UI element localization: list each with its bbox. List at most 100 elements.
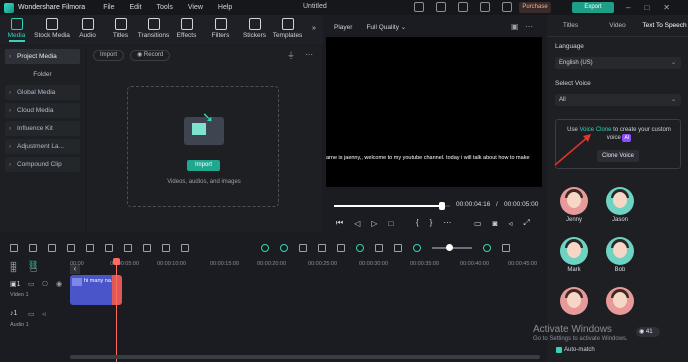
record-dropdown[interactable]: ◉ Record: [130, 49, 171, 61]
folder-icon[interactable]: ▭: [28, 310, 35, 318]
tab-audio[interactable]: Audio: [71, 15, 104, 45]
quality-dropdown[interactable]: Full Quality ⌄: [366, 23, 406, 31]
play-icon[interactable]: ▷: [371, 219, 377, 228]
player-more-icon[interactable]: ⋯: [525, 22, 533, 31]
render-icon[interactable]: [261, 244, 269, 252]
snapshot-icon[interactable]: ▣: [511, 22, 519, 31]
mic-icon[interactable]: [318, 244, 326, 252]
speed-icon[interactable]: [143, 244, 151, 252]
zoom-out-icon[interactable]: [413, 244, 421, 252]
tab-transitions[interactable]: Transitions: [137, 15, 170, 45]
eye-icon[interactable]: ◉: [56, 280, 62, 288]
ai-credits-badge[interactable]: ◉ 41: [636, 327, 660, 337]
zoom-slider[interactable]: [432, 244, 472, 251]
zoom-handle[interactable]: [446, 244, 453, 251]
playback-progress[interactable]: [334, 202, 450, 210]
tab-titles[interactable]: Titles: [104, 15, 137, 45]
rewind-icon[interactable]: ◁: [354, 219, 360, 228]
clip-options-icon[interactable]: ⋯: [443, 218, 451, 227]
close-icon[interactable]: ✕: [663, 3, 670, 12]
list-icon[interactable]: [337, 244, 345, 252]
tab-stickers[interactable]: Stickers: [238, 15, 271, 45]
sidebar-item-compound-clip[interactable]: Compound Clip: [5, 157, 80, 172]
playhead-handle[interactable]: [113, 258, 120, 265]
volume-icon[interactable]: ◃: [508, 219, 512, 228]
export-button[interactable]: Export: [572, 2, 614, 13]
language-select[interactable]: English (US) ⌄: [555, 57, 681, 69]
user-icon[interactable]: [436, 2, 446, 12]
filter-icon[interactable]: ⏚: [287, 50, 295, 61]
camera-icon[interactable]: ◙: [493, 219, 498, 228]
expand-icon[interactable]: [394, 244, 402, 252]
undo-icon[interactable]: [48, 244, 56, 252]
more-icon[interactable]: [181, 244, 189, 252]
folder-icon[interactable]: ▭: [28, 280, 35, 288]
gift-icon[interactable]: [480, 2, 490, 12]
more-options-icon[interactable]: ⋯: [305, 50, 313, 59]
import-media-button[interactable]: Import: [187, 160, 220, 171]
voice-card[interactable]: [605, 287, 635, 315]
mark-out-icon[interactable]: }: [430, 218, 433, 227]
checkbox-icon[interactable]: [556, 347, 562, 353]
text-icon[interactable]: [162, 244, 170, 252]
menu-file[interactable]: File: [103, 4, 114, 11]
delete-icon[interactable]: [86, 244, 94, 252]
maximize-icon[interactable]: □: [644, 3, 649, 12]
progress-handle[interactable]: [438, 202, 445, 210]
clone-voice-button[interactable]: Clone Voice: [597, 150, 639, 162]
clip-selection-end[interactable]: [112, 275, 122, 305]
add-track-icon[interactable]: ⊞: [10, 260, 17, 269]
grid-icon[interactable]: [502, 244, 510, 252]
ai-icon[interactable]: [356, 244, 364, 252]
tab-templates[interactable]: Templates: [271, 15, 304, 45]
layout-icon[interactable]: [10, 244, 18, 252]
tab-text-to-speech[interactable]: Text To Speech: [641, 22, 688, 29]
stop-icon[interactable]: □: [389, 219, 394, 228]
crop-icon[interactable]: [124, 244, 132, 252]
menu-tools[interactable]: Tools: [157, 4, 173, 11]
mark-in-icon[interactable]: {: [416, 218, 419, 227]
purchase-button[interactable]: Purchase: [519, 2, 551, 13]
play-range-icon[interactable]: [280, 244, 288, 252]
sidebar-item-cloud-media[interactable]: Cloud Media: [5, 103, 80, 118]
fullscreen-icon[interactable]: ⤢: [523, 218, 529, 228]
tab-titles-panel[interactable]: Titles: [547, 22, 594, 29]
cut-icon[interactable]: [105, 244, 113, 252]
link-icon[interactable]: ⛓: [28, 260, 38, 269]
auto-match-toggle[interactable]: Auto-match: [556, 347, 595, 353]
media-dropzone[interactable]: ➘ Import Videos, audios, and images: [127, 86, 279, 207]
menu-edit[interactable]: Edit: [129, 4, 141, 11]
sidebar-item-folder[interactable]: Folder: [5, 67, 80, 82]
select-icon[interactable]: [29, 244, 37, 252]
previous-frame-icon[interactable]: ⏮: [336, 218, 343, 228]
tab-stock-media[interactable]: Stock Media: [33, 15, 71, 45]
image-icon[interactable]: [375, 244, 383, 252]
voice-card-jason[interactable]: Jason: [605, 187, 635, 223]
more-tools-icon[interactable]: »: [312, 25, 316, 32]
download-icon[interactable]: [502, 2, 512, 12]
cloud-icon[interactable]: [458, 2, 468, 12]
sidebar-item-adjustment-layer[interactable]: Adjustment La...: [5, 139, 80, 154]
menu-help[interactable]: Help: [218, 4, 232, 11]
voice-card[interactable]: [559, 287, 589, 315]
voice-card-jenny[interactable]: Jenny: [559, 187, 589, 223]
menu-view[interactable]: View: [188, 4, 203, 11]
tab-effects[interactable]: Effects: [170, 15, 203, 45]
display-icon[interactable]: ▭: [474, 219, 482, 228]
minimize-icon[interactable]: –: [626, 3, 630, 12]
shield-icon[interactable]: [299, 244, 307, 252]
redo-icon[interactable]: [67, 244, 75, 252]
sidebar-item-project-media[interactable]: Project Media: [5, 49, 80, 64]
tab-media[interactable]: Media: [0, 15, 33, 45]
import-dropdown[interactable]: Import: [93, 49, 125, 61]
timeline-ruler[interactable]: 00:00 00:00:05:00 00:00:10:00 00:00:15:0…: [70, 258, 544, 268]
voice-select[interactable]: All ⌄: [555, 94, 681, 106]
timeline-scrollbar[interactable]: [70, 355, 540, 359]
monitor-icon[interactable]: [414, 2, 424, 12]
tab-filters[interactable]: Filters: [203, 15, 238, 45]
voice-card-bob[interactable]: Bob: [605, 237, 635, 273]
player-preview[interactable]: arne is jaenny,, welcome to my youtube c…: [326, 37, 542, 187]
tab-video-panel[interactable]: Video: [594, 22, 641, 29]
zoom-in-icon[interactable]: [483, 244, 491, 252]
sidebar-item-influence-kit[interactable]: Influence Kit: [5, 121, 80, 136]
